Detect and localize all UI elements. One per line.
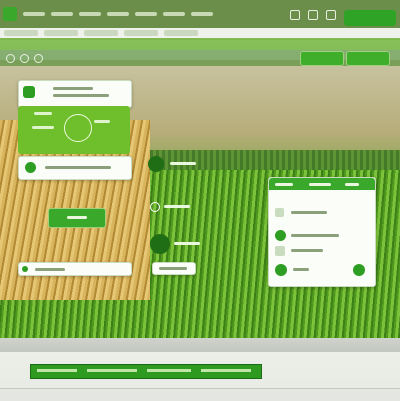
tab[interactable] <box>164 30 198 36</box>
timeline-segment <box>87 369 137 372</box>
menu-item[interactable] <box>107 12 129 16</box>
toolbar-button-1[interactable] <box>300 51 344 66</box>
row-label <box>291 249 323 252</box>
stat-label <box>34 112 52 115</box>
leaf-icon <box>25 162 36 173</box>
field-list-item[interactable] <box>18 262 132 276</box>
toolbar-button-2[interactable] <box>346 51 390 66</box>
row-icon <box>275 230 286 241</box>
tab[interactable] <box>4 30 38 36</box>
tab[interactable] <box>124 30 158 36</box>
marker-label <box>174 242 200 245</box>
menu-item[interactable] <box>191 12 213 16</box>
map-marker-icon[interactable] <box>150 234 170 254</box>
marker-label <box>170 162 196 165</box>
row-label <box>291 211 327 214</box>
panel-header-label <box>345 183 359 186</box>
menu-item[interactable] <box>135 12 157 16</box>
stat-label <box>94 120 110 123</box>
right-detail-panel <box>268 177 376 287</box>
card-label <box>45 166 111 169</box>
menu-bar <box>23 12 213 16</box>
top-bar <box>0 0 400 28</box>
stat-label <box>32 126 54 129</box>
item-label <box>35 268 65 271</box>
row-icon <box>275 208 284 217</box>
panel-header <box>269 178 375 190</box>
map-marker-icon[interactable] <box>148 156 164 172</box>
marker-label <box>164 205 190 208</box>
field-item-card[interactable] <box>18 156 132 180</box>
user-icon[interactable] <box>326 10 336 20</box>
tab[interactable] <box>84 30 118 36</box>
location-icon[interactable] <box>34 54 43 63</box>
top-icons <box>290 10 336 20</box>
status-bar <box>0 388 400 401</box>
panel-header-label <box>275 183 293 186</box>
app-logo[interactable] <box>3 7 17 21</box>
top-action-button[interactable] <box>344 10 396 26</box>
row-icon <box>275 246 285 256</box>
menu-item[interactable] <box>79 12 101 16</box>
progress-timeline[interactable] <box>30 364 262 379</box>
menu-item[interactable] <box>51 12 73 16</box>
menu-item[interactable] <box>23 12 45 16</box>
breadcrumb-strip <box>0 38 400 50</box>
timeline-segment <box>37 369 77 372</box>
card-subtitle <box>53 94 109 97</box>
field-icon <box>23 86 35 98</box>
layers-icon[interactable] <box>20 54 29 63</box>
panel-header-label <box>309 183 331 186</box>
chip-label <box>159 267 187 270</box>
timeline-segment <box>201 369 251 372</box>
card-title <box>53 87 93 90</box>
progress-ring <box>64 114 92 142</box>
action-button[interactable] <box>48 208 106 228</box>
menu-item[interactable] <box>163 12 185 16</box>
map-pin-icon[interactable] <box>150 202 160 212</box>
add-icon[interactable] <box>353 264 365 276</box>
field-info-card[interactable] <box>18 80 132 108</box>
settings-icon[interactable] <box>290 10 300 20</box>
small-chip[interactable] <box>152 262 196 275</box>
status-icon <box>22 266 28 272</box>
green-stats-panel <box>18 106 130 154</box>
toolbar <box>0 50 400 66</box>
row-label <box>291 234 339 237</box>
tab[interactable] <box>44 30 78 36</box>
row-icon <box>275 264 287 276</box>
timeline-segment <box>147 369 191 372</box>
button-label <box>67 216 87 219</box>
map-icon[interactable] <box>6 54 15 63</box>
notification-icon[interactable] <box>308 10 318 20</box>
row-label <box>293 268 309 271</box>
